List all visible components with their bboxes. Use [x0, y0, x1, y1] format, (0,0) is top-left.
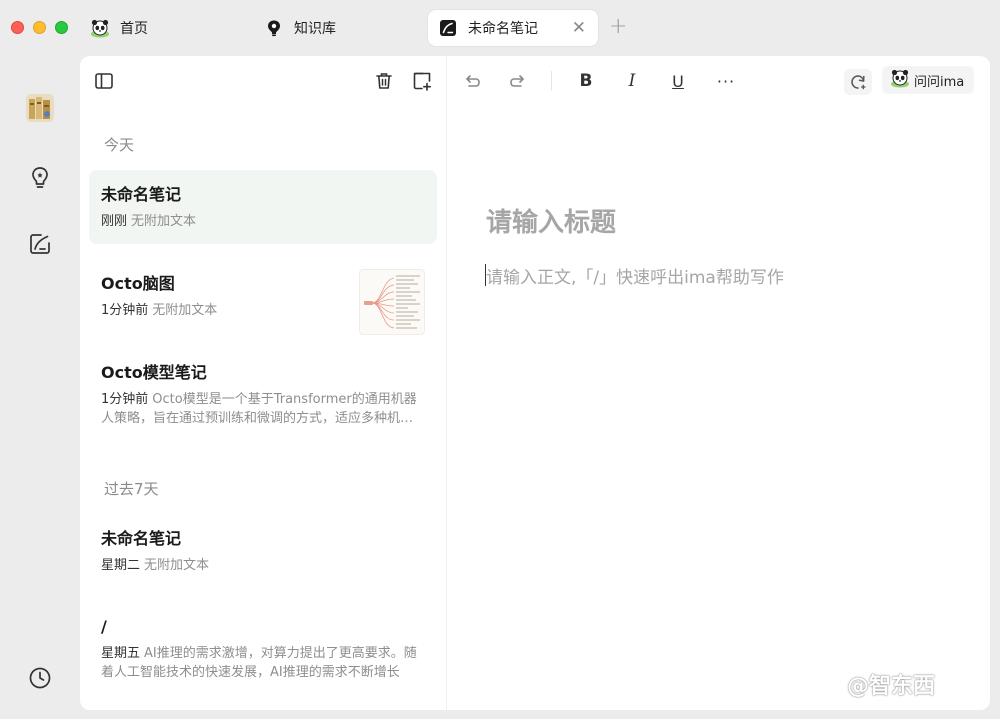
tab-home[interactable]: 首页	[80, 10, 250, 46]
note-list-toolbar	[80, 56, 446, 106]
window-close-button[interactable]	[11, 21, 24, 34]
note-title: 未命名笔记	[101, 185, 182, 204]
note-meta: 1分钟前 Octo模型是一个基于Transformer的通用机器人策略，旨在通过预…	[101, 390, 425, 428]
note-list-item[interactable]: Octo脑图 1分钟前 无附加文本	[89, 259, 437, 337]
note-list-item[interactable]: 未命名笔记 刚刚 无附加文本	[89, 170, 437, 244]
close-icon[interactable]: ✕	[572, 19, 586, 37]
knowledge-base-icon	[264, 18, 284, 38]
tab-label: 首页	[120, 21, 148, 37]
ask-ima-label: 问问ima	[914, 74, 965, 90]
note-title: 未命名笔记	[101, 529, 182, 548]
panda-icon	[890, 68, 910, 92]
note-edit-icon[interactable]	[24, 228, 56, 260]
bulb-icon[interactable]	[24, 162, 56, 194]
title-input[interactable]: 请输入标题	[486, 202, 616, 239]
mindmap-thumbnail	[359, 269, 425, 335]
app-window: 首页 知识库 未命名笔记 ✕ + 今天 未命名笔记 刚刚 无附加文本 Octo脑…	[0, 0, 1000, 719]
note-list-item[interactable]: Octo模型笔记 1分钟前 Octo模型是一个基于Transformer的通用机器…	[89, 348, 437, 440]
redo-icon[interactable]	[506, 69, 530, 93]
avatar[interactable]	[24, 92, 56, 124]
note-preview: 无附加文本	[131, 214, 197, 229]
window-minimize-button[interactable]	[33, 21, 46, 34]
note-title: /	[101, 617, 107, 636]
note-time: 刚刚	[101, 214, 128, 229]
ai-refresh-button[interactable]	[844, 69, 872, 95]
section-label-past-7-days: 过去7天	[104, 480, 159, 498]
note-list-item[interactable]: 未命名笔记 星期二 无附加文本	[89, 514, 437, 588]
panda-icon	[90, 18, 110, 38]
note-title: Octo模型笔记	[101, 363, 207, 382]
more-options-button[interactable]: ···	[712, 69, 740, 93]
watermark: @智东西	[847, 674, 936, 699]
tab-label: 未命名笔记	[468, 21, 538, 37]
left-rail	[0, 56, 80, 719]
note-preview: Octo模型是一个基于Transformer的通用机器人策略，旨在通过预训练和微…	[101, 392, 417, 426]
section-label-today: 今天	[104, 136, 135, 154]
trash-icon[interactable]	[373, 70, 395, 92]
note-preview: 无附加文本	[152, 303, 218, 318]
clock-icon[interactable]	[24, 662, 56, 694]
tab-label: 知识库	[294, 21, 336, 37]
note-list-item[interactable]: / 星期五 AI推理的需求激增，对算力提出了更高要求。随着人工智能技术的快速发展，…	[89, 602, 437, 694]
undo-icon[interactable]	[460, 69, 484, 93]
window-maximize-button[interactable]	[55, 21, 68, 34]
note-icon	[438, 18, 458, 38]
sidebar-toggle-icon[interactable]	[93, 70, 115, 92]
note-time: 星期五	[101, 646, 141, 661]
note-time: 1分钟前	[101, 392, 149, 407]
title-bar: 首页 知识库 未命名笔记 ✕ +	[0, 0, 1000, 56]
new-tab-button[interactable]: +	[609, 15, 627, 39]
note-list-panel: 今天 未命名笔记 刚刚 无附加文本 Octo脑图 1分钟前 无附加文本 Octo…	[80, 56, 446, 710]
underline-button[interactable]: U	[666, 69, 690, 93]
new-note-icon[interactable]	[411, 70, 433, 92]
note-preview: 无附加文本	[144, 558, 210, 573]
note-editor: B I U ··· 问问ima 请输入标题 请输入正文,「/」快速呼出ima帮助…	[447, 56, 990, 710]
tab-knowledge-base[interactable]: 知识库	[254, 10, 424, 46]
bold-button[interactable]: B	[574, 69, 598, 93]
editor-toolbar: B I U ··· 问问ima	[447, 56, 990, 106]
note-time: 星期二	[101, 558, 141, 573]
note-time: 1分钟前	[101, 303, 149, 318]
body-input[interactable]: 请输入正文,「/」快速呼出ima帮助写作	[486, 263, 784, 288]
ask-ima-button[interactable]: 问问ima	[882, 66, 975, 94]
italic-button[interactable]: I	[620, 69, 644, 93]
tab-untitled-note[interactable]: 未命名笔记 ✕	[428, 10, 598, 46]
note-meta: 星期五 AI推理的需求激增，对算力提出了更高要求。随着人工智能技术的快速发展，AI…	[101, 644, 425, 682]
refresh-icon	[851, 75, 866, 90]
toolbar-separator	[551, 71, 552, 91]
note-meta: 星期二 无附加文本	[101, 556, 425, 575]
note-preview: AI推理的需求激增，对算力提出了更高要求。随着人工智能技术的快速发展，AI推理的…	[101, 646, 417, 680]
note-meta: 刚刚 无附加文本	[101, 212, 425, 231]
